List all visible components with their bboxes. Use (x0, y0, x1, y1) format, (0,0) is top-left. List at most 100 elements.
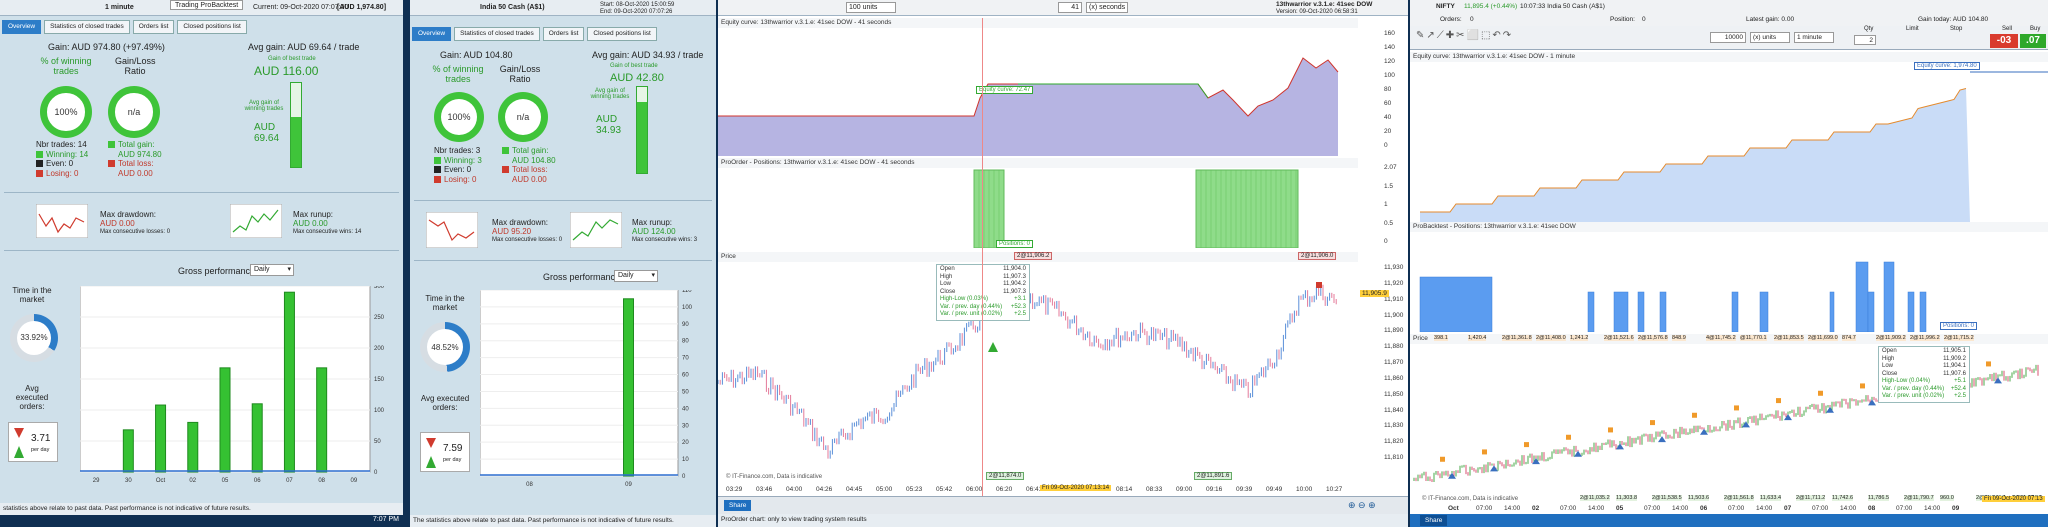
qty-input[interactable]: 2 (1854, 35, 1876, 45)
chevron-down-icon: ▾ (287, 266, 291, 273)
tab-overview[interactable]: Overview (2, 20, 42, 34)
trade-marker-label: 2@11,699.0 (1808, 335, 1838, 341)
y-tick-label: 11,880 (1384, 343, 1404, 351)
trade-marker-label: 2@11,711.2 (1796, 495, 1826, 501)
ohlc-var-day: Var. / prev. day (0.44%) +52.4 (1882, 385, 1966, 392)
y-tick-label: 11,840 (1384, 406, 1404, 414)
sell-label: Sell (2002, 26, 2013, 32)
win-pct-donut: 100% (40, 86, 92, 138)
ohlc-low: Low 11,904.2 (940, 281, 1026, 287)
trade-marker (1818, 390, 1823, 396)
ohlc-high: High 11,907.3 (940, 273, 1026, 280)
trade-marker (1692, 412, 1697, 418)
units-select[interactable]: 100 units (846, 2, 896, 13)
x-tick-label: 05 (222, 478, 229, 484)
system-version: Version: 09-Oct-2020 06:58:31 (1276, 9, 1358, 15)
tab-overview[interactable]: Overview (412, 27, 452, 41)
avg-exec-label: Avg executed orders: (15, 384, 49, 411)
total-loss-label: Total loss: (118, 159, 154, 168)
seconds-input[interactable]: 41 (1058, 2, 1082, 13)
x-tick-label: 08 (318, 478, 325, 484)
gross-perf-label: Gross performance (178, 266, 256, 276)
seconds-unit-select[interactable]: (x) seconds (1086, 2, 1128, 13)
x-tick-label: 07:00 (1476, 505, 1493, 512)
share-button[interactable]: Share (1420, 515, 1448, 526)
x-tick-label: 14:00 (1924, 505, 1941, 512)
period-select[interactable]: Daily ▾ (250, 264, 294, 276)
total-gain-label: Total gain: (118, 140, 155, 149)
x-tick-label: 14:00 (1588, 505, 1605, 512)
panel4-order-status: Orders: 0 Position: 0 Latest gain: 0.00 … (1410, 14, 2048, 26)
y-tick-label: 0 (682, 474, 686, 480)
zoom-icons[interactable]: ⊕ ⊖ ⊕ (1348, 500, 1376, 511)
share-button[interactable]: Share (724, 500, 752, 511)
trade-marker (1482, 449, 1487, 455)
interval-select[interactable]: 1 minute (1794, 32, 1834, 43)
trade-marker-label: 1,420.4 (1468, 335, 1487, 341)
panel3-footer: ProOrder chart: only to view trading sys… (718, 514, 1408, 527)
equity-curve-chart (718, 28, 1358, 156)
gain-value: Gain: AUD 974.80 (+97.49%) (48, 42, 165, 52)
popup-title[interactable]: Trading ProBacktest (170, 0, 244, 10)
tab-orders-list[interactable]: Orders list (132, 20, 175, 34)
x-tick-label: 09:39 (1236, 486, 1253, 493)
trade-marker-label: 11,633.4 (1760, 495, 1782, 501)
time-in-market-value: 33.92% (16, 320, 52, 356)
y-tick-label: 10 (682, 457, 689, 463)
y-tick-label: 11,890 (1384, 327, 1404, 335)
units-input[interactable]: 10000 (1710, 32, 1746, 43)
x-tick-label: 05:00 (876, 486, 893, 493)
y-tick-label: 100 (374, 408, 385, 414)
tab-statistics[interactable]: Statistics of closed trades (454, 27, 540, 41)
y-tick-label: 120 (1384, 58, 1395, 65)
y-tick-label: 80 (1384, 86, 1392, 93)
y-tick-label: 11,900 (1384, 311, 1404, 319)
totals: Total gain: AUD 974.80 Total loss: AUD 0… (108, 140, 162, 178)
trade-marker-label: 2@11,853.5 (1774, 335, 1804, 341)
y-tick-label: 40 (1384, 114, 1392, 121)
period-select[interactable]: Daily ▾ (614, 270, 658, 282)
runup-sparkline (570, 212, 622, 248)
panel1-tabs: Overview Statistics of closed trades Ord… (0, 20, 403, 34)
cursor-time: Fri 09-Oct-2020 07:13 (1982, 496, 2045, 502)
x-tick-label: 02 (189, 478, 196, 484)
trade-marker-label: 11,742.6 (1832, 495, 1854, 501)
positions-badge: Positions: 0 (1940, 322, 1978, 330)
totals: Total gain: AUD 104.80 Total loss: AUD 0… (502, 146, 556, 184)
backtest-stats-panel-2: India 50 Cash (A$1) Start: 08-Oct-2020 1… (410, 0, 716, 527)
avg-exec-box: 3.71 per day (8, 422, 58, 462)
x-tick-label: 06:00 (966, 486, 983, 493)
tab-closed-positions[interactable]: Closed positions list (177, 20, 247, 34)
max-runup-label: Max runup: (293, 210, 334, 219)
buy-button[interactable]: .07 (2020, 34, 2046, 48)
divider (4, 250, 399, 251)
panel4-bottom-bar: Share (1410, 514, 2048, 527)
divider (4, 192, 399, 193)
latest-gain: Latest gain: 0.00 (1746, 16, 1795, 23)
panel4-header: NIFTY 11,895.4 (+0.44%) 10:07:33 India 5… (1410, 0, 2048, 14)
trade-marker-label: 874.7 (1842, 335, 1856, 341)
bar (316, 367, 328, 473)
tab-closed-positions[interactable]: Closed positions list (587, 27, 657, 41)
x-tick-label: 14:00 (1672, 505, 1689, 512)
taskbar: 7:07 PM (0, 515, 403, 527)
trade-marker-label: @11,770.1 (1740, 335, 1767, 341)
tab-orders-list[interactable]: Orders list (542, 27, 585, 41)
ohlc-tooltip: Open 11,904.0 High 11,907.3 Low 11,904.2 Cl… (936, 264, 1030, 321)
units-select[interactable]: (x) units (1750, 32, 1790, 43)
instrument-time: 10:07:33 India 50 Cash (A$1) (1520, 3, 1605, 10)
limit-label: Limit (1906, 26, 1919, 32)
nbr-trades: Nbr trades: 3 (434, 146, 481, 155)
drawing-tools-icons[interactable]: ✎↗⟋✚✂⬜⬚↶↷ (1416, 30, 1513, 41)
x-tick-label: 30 (125, 478, 132, 484)
stop-label: Stop (1950, 26, 1963, 32)
ohlc-high: High 11,909.2 (1882, 355, 1966, 362)
y-tick-label: 11,810 (1384, 454, 1404, 461)
position-bar (1919, 291, 1927, 332)
trade-marker-label: 2@11,996.2 (1910, 335, 1940, 341)
avg-gain-winning-label: Avg gain of winning trades (590, 88, 630, 100)
buy-sell-arrows-icon (14, 428, 24, 458)
sell-button[interactable]: -03 (1990, 34, 2018, 48)
y-tick-label: 60 (682, 373, 689, 379)
tab-statistics[interactable]: Statistics of closed trades (44, 20, 130, 34)
